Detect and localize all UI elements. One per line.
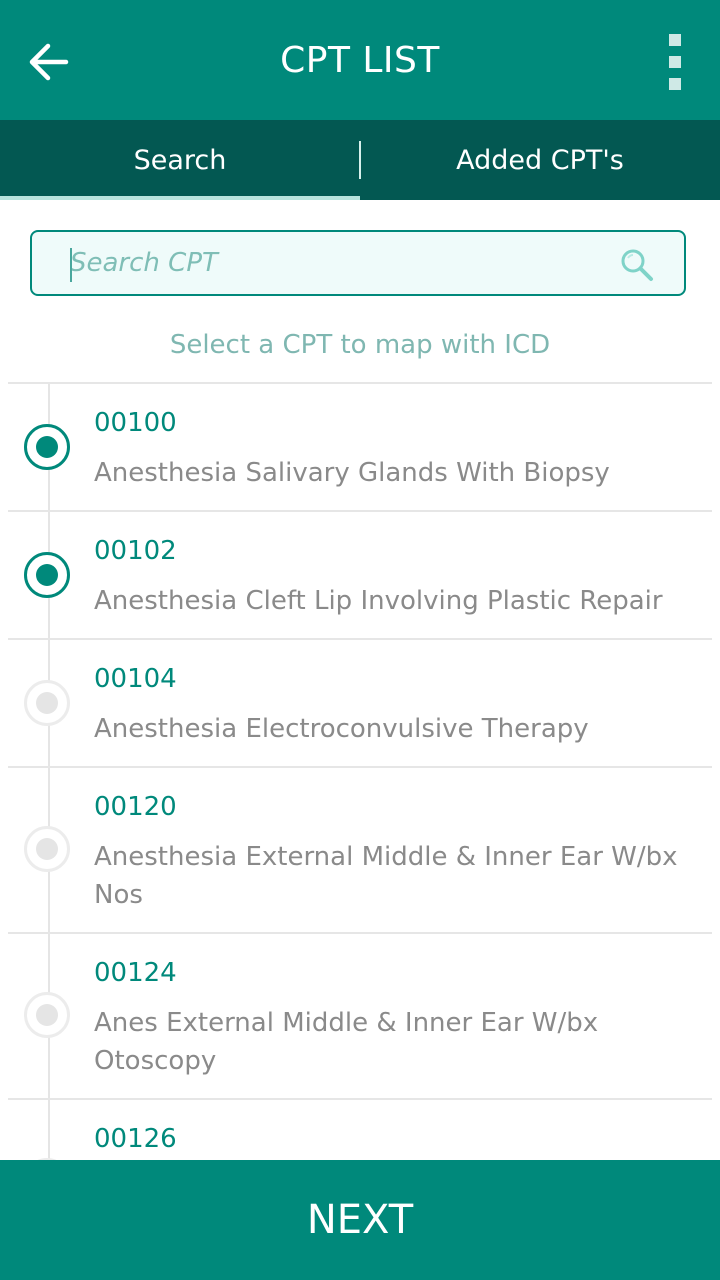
list-item[interactable]: 00126 <box>8 1098 712 1160</box>
list-item[interactable]: 00124 Anes External Middle & Inner Ear W… <box>8 932 712 1098</box>
cpt-code: 00104 <box>94 664 177 694</box>
next-button[interactable]: NEXT <box>0 1160 720 1280</box>
radio-selected-icon[interactable] <box>24 552 70 598</box>
cpt-code: 00124 <box>94 958 177 988</box>
cpt-code: 00100 <box>94 408 177 438</box>
search-icon[interactable] <box>620 248 654 282</box>
radio-unselected-icon[interactable] <box>24 992 70 1038</box>
page-title: CPT LIST <box>280 39 440 81</box>
cpt-list: 00100 Anesthesia Salivary Glands With Bi… <box>8 382 712 1160</box>
cpt-description: Anesthesia Cleft Lip Involving Plastic R… <box>94 586 663 616</box>
instruction-text: Select a CPT to map with ICD <box>169 330 551 360</box>
cpt-description: Anesthesia Electroconvulsive Therapy <box>94 714 589 744</box>
cpt-code: 00120 <box>94 792 177 822</box>
radio-selected-icon[interactable] <box>24 424 70 470</box>
tab-divider <box>359 141 361 179</box>
app-bar: CPT LIST <box>0 0 720 120</box>
list-item[interactable]: 00120 Anesthesia External Middle & Inner… <box>8 766 712 932</box>
tab-added-cpts[interactable]: Added CPT's <box>360 120 720 200</box>
list-item[interactable]: 00102 Anesthesia Cleft Lip Involving Pla… <box>8 510 712 638</box>
overflow-menu-icon <box>669 34 681 46</box>
cpt-code: 00126 <box>94 1124 177 1154</box>
list-item[interactable]: 00100 Anesthesia Salivary Glands With Bi… <box>8 382 712 510</box>
text-caret <box>70 248 72 282</box>
more-options-button[interactable] <box>660 34 690 90</box>
list-item[interactable]: 00104 Anesthesia Electroconvulsive Thera… <box>8 638 712 766</box>
search-box <box>30 230 686 296</box>
cpt-code: 00102 <box>94 536 177 566</box>
radio-unselected-icon[interactable] <box>24 826 70 872</box>
radio-unselected-icon[interactable] <box>24 680 70 726</box>
cpt-description: Anesthesia Salivary Glands With Biopsy <box>94 458 610 488</box>
cpt-description: Anesthesia External Middle & Inner Ear W… <box>94 842 678 910</box>
tab-search[interactable]: Search <box>0 120 360 200</box>
cpt-description: Anes External Middle & Inner Ear W/bx Ot… <box>94 1008 599 1076</box>
search-input[interactable] <box>68 247 592 279</box>
